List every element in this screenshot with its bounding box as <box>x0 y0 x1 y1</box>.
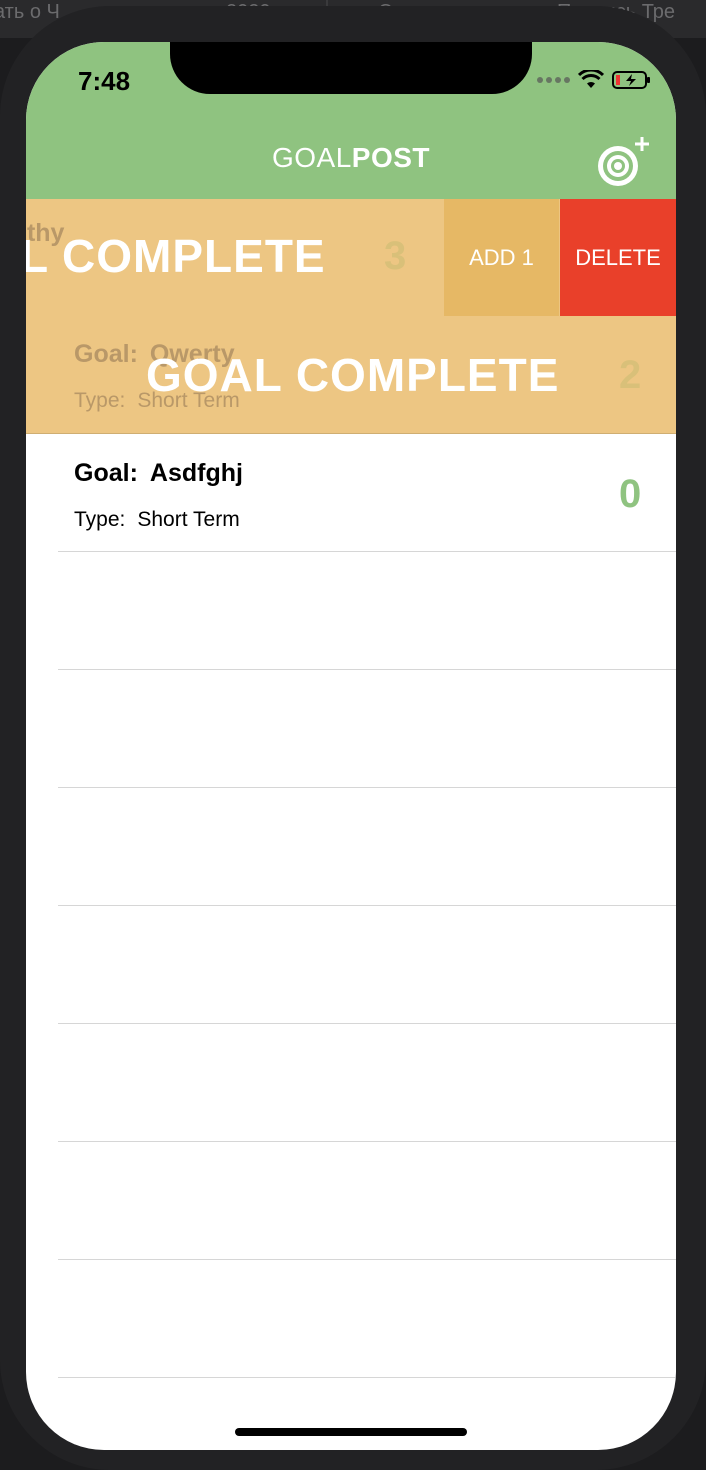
app-title-bold: POST <box>351 142 431 173</box>
goal-label: Goal: <box>74 340 138 368</box>
type-label: Type: <box>74 389 126 412</box>
app-title: GOALPOST <box>26 142 676 174</box>
empty-row <box>26 552 676 670</box>
empty-row <box>26 1260 676 1378</box>
goal-label: Goal: <box>74 459 138 487</box>
home-indicator[interactable] <box>235 1428 467 1436</box>
goal-row[interactable]: Goal: Qwerty Type: Short Term GOAL COMPLET… <box>26 316 676 434</box>
goal-complete-banner: L COMPLETE <box>26 230 326 282</box>
background-text: ать о Ч <box>0 1 60 23</box>
delete-button[interactable]: DELETE <box>560 199 676 316</box>
goal-count: 3 <box>384 234 407 278</box>
cellular-signal-icon <box>537 77 570 83</box>
empty-row <box>26 1142 676 1260</box>
goal-complete-banner: GOAL COMPLETE <box>146 349 560 401</box>
empty-row <box>26 670 676 788</box>
phone-frame: 7:48 GOALPOST thy L COMPLETE 3 ADD 1 DEL… <box>0 6 706 1470</box>
notch <box>170 42 532 94</box>
status-time: 7:48 <box>78 66 131 96</box>
nav-header: 7:48 GOALPOST <box>26 42 676 199</box>
empty-row <box>26 906 676 1024</box>
goal-count: 0 <box>619 472 642 516</box>
type-label: Type: <box>74 508 126 531</box>
goal-value: Asdfghj <box>149 459 243 487</box>
target-plus-icon[interactable] <box>596 134 656 190</box>
add-one-button[interactable]: ADD 1 <box>444 199 559 316</box>
row-divider <box>58 1377 676 1378</box>
phone-screen: 7:48 GOALPOST thy L COMPLETE 3 ADD 1 DEL… <box>26 42 676 1450</box>
wifi-icon <box>578 70 604 88</box>
battery-charging-icon <box>612 71 650 89</box>
empty-row <box>26 1024 676 1142</box>
status-indicators <box>537 68 652 92</box>
goal-count: 2 <box>619 353 642 397</box>
goal-title: Goal: Asdfghj <box>74 459 243 488</box>
goal-row[interactable]: lthy L COMPLETE 3 ADD 1 DELETE <box>26 199 676 317</box>
goal-row[interactable]: Goal: Asdfghj Type: Short Term 0 <box>26 434 676 552</box>
type-value: Short Term <box>137 508 240 531</box>
goal-type: Type: Short Term <box>74 508 240 532</box>
empty-row <box>26 788 676 906</box>
app-title-light: GOAL <box>271 142 352 173</box>
